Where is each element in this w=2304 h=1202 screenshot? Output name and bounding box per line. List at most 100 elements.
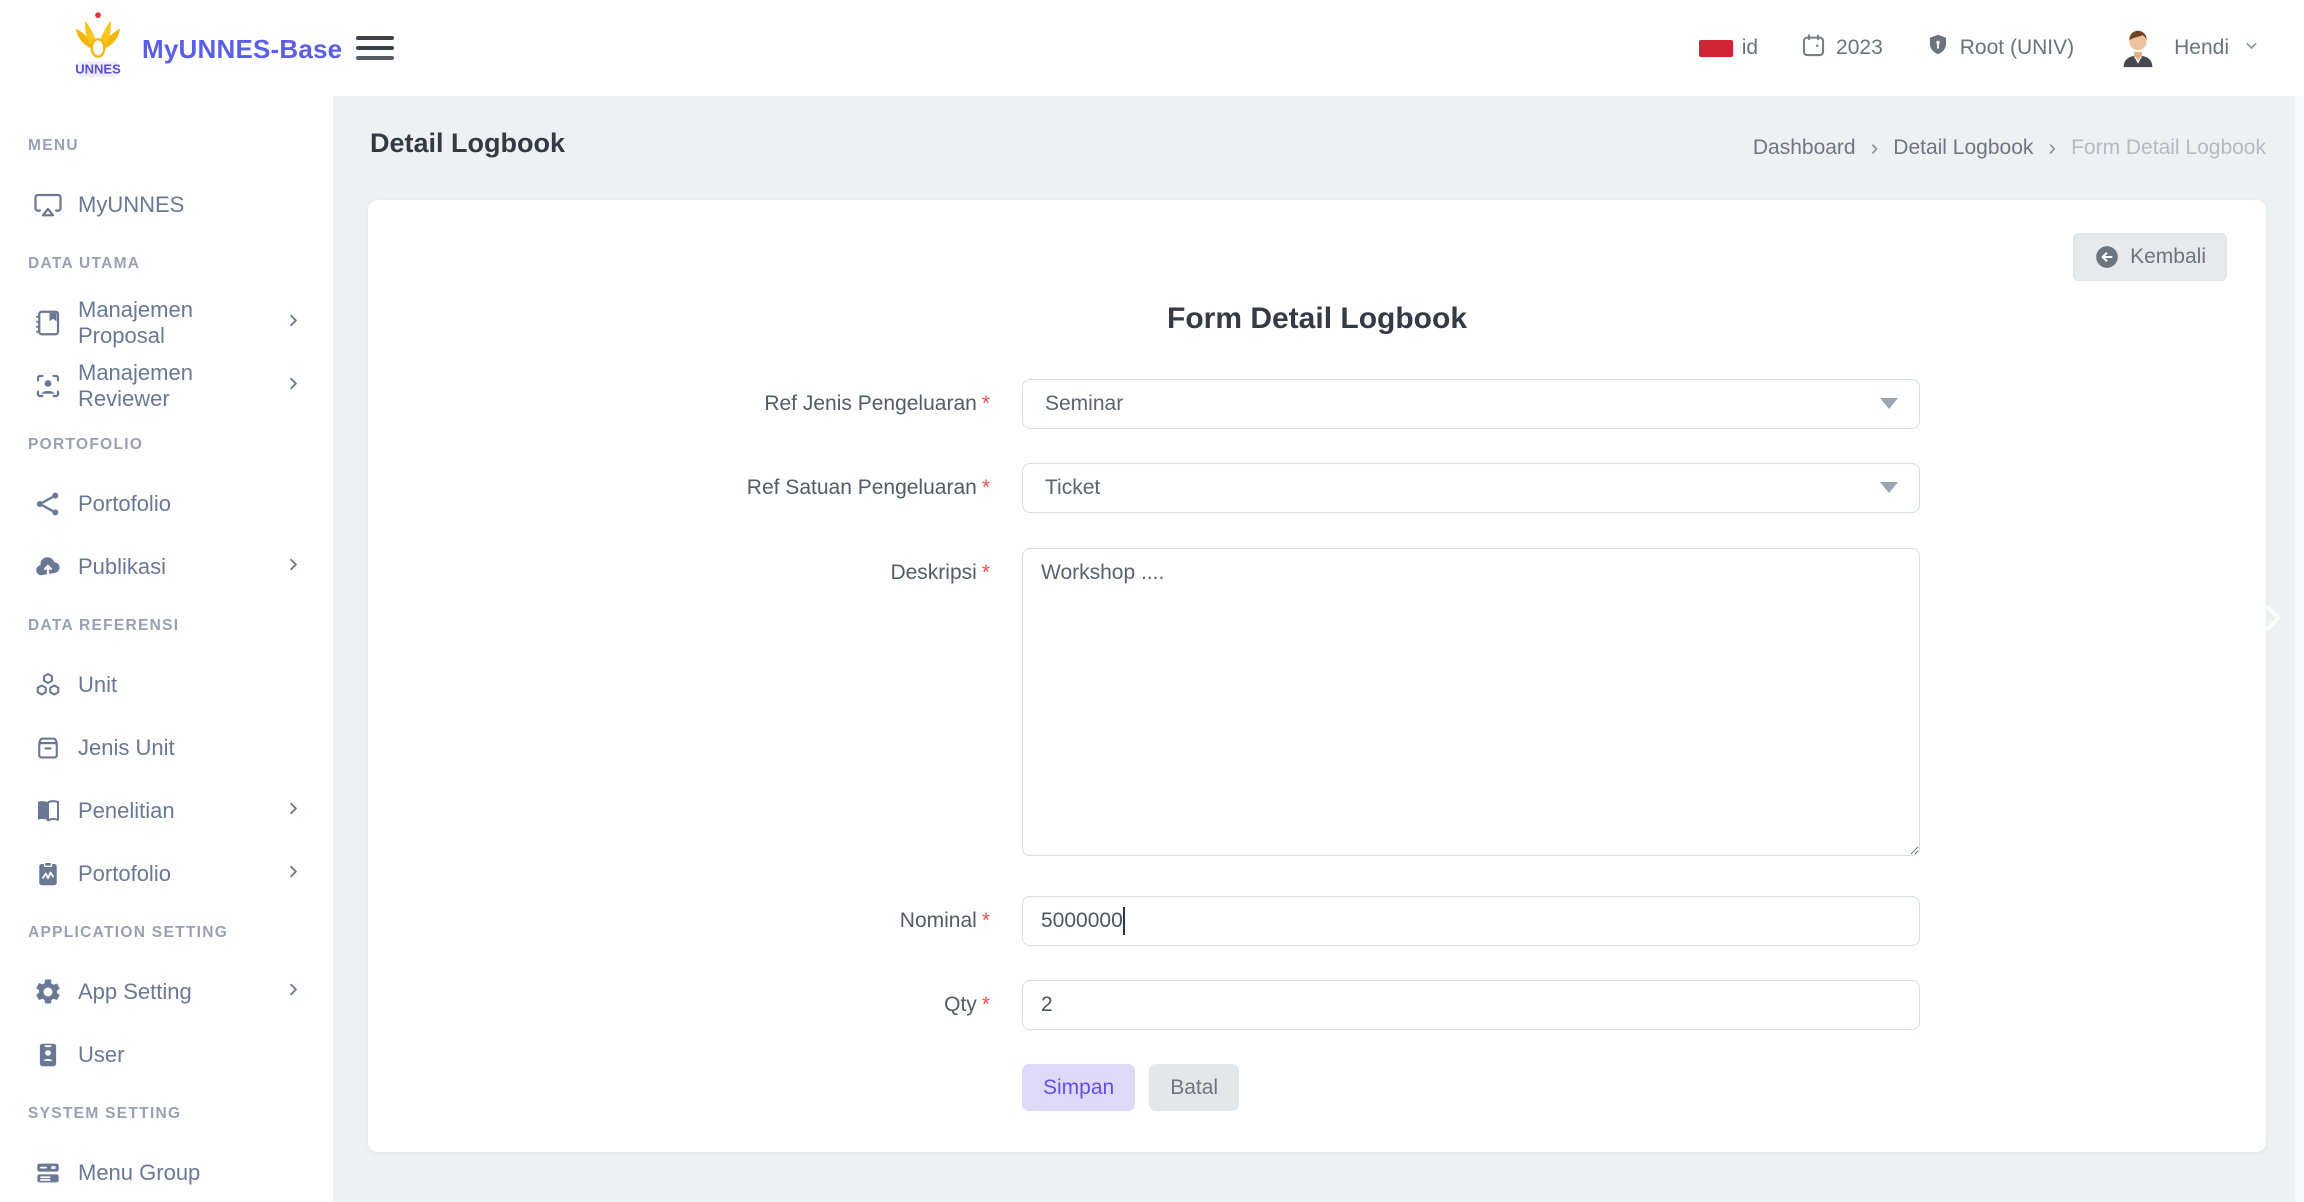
label-text: Ref Jenis Pengeluaran <box>764 392 976 415</box>
sidebar-item-portofolio[interactable]: Portofolio <box>0 472 333 535</box>
sidebar-item-label: Portofolio <box>78 861 269 887</box>
required-marker: * <box>982 993 990 1016</box>
ref-jenis-pengeluaran-select[interactable]: Seminar <box>1022 379 1920 429</box>
sidebar-item-manajemen-reviewer[interactable]: Manajemen Reviewer <box>0 354 333 417</box>
scrollbar-track[interactable] <box>2295 96 2304 1202</box>
back-button[interactable]: Kembali <box>2073 233 2227 281</box>
shield-icon <box>1925 32 1951 64</box>
user-avatar <box>2116 26 2160 70</box>
share-icon <box>33 489 63 519</box>
calendar-icon <box>1800 32 1827 65</box>
page-title: Detail Logbook <box>370 128 565 159</box>
user-menu[interactable]: Hendi <box>2116 26 2260 70</box>
chevron-right-icon <box>284 311 303 335</box>
field-label-ref-jenis: Ref Jenis Pengeluaran* <box>368 392 1022 416</box>
sidebar-item-label: User <box>78 1042 303 1068</box>
year-label: 2023 <box>1836 36 1883 60</box>
sidebar-item-label: Jenis Unit <box>78 735 303 761</box>
nominal-input[interactable] <box>1022 896 1920 946</box>
airplay-icon <box>33 190 63 220</box>
sidebar-section-data-referensi: DATA REFERENSI <box>0 598 333 653</box>
cancel-button[interactable]: Batal <box>1149 1064 1239 1111</box>
sidebar-item-publikasi[interactable]: Publikasi <box>0 535 333 598</box>
open-book-icon <box>33 796 63 826</box>
sidebar-item-label: Penelitian <box>78 798 269 824</box>
year-selector[interactable]: 2023 <box>1800 32 1883 65</box>
indonesia-flag-icon <box>1699 40 1733 57</box>
text-cursor <box>1123 907 1125 935</box>
breadcrumb-separator: › <box>2048 134 2056 161</box>
language-label: id <box>1742 36 1758 60</box>
cloud-upload-icon <box>33 552 63 582</box>
select-caret-icon <box>1880 482 1898 493</box>
chevron-right-icon <box>284 980 303 1004</box>
user-name: Hendi <box>2174 36 2229 60</box>
sidebar-item-manajemen-proposal[interactable]: Manajemen Proposal <box>0 291 333 354</box>
sidebar-item-label: Publikasi <box>78 554 269 580</box>
unnes-logo-text: UNNES <box>75 62 121 77</box>
field-label-deskripsi: Deskripsi * <box>368 548 1022 585</box>
form-card: Kembali Form Detail Logbook Ref Jenis Pe… <box>368 200 2266 1152</box>
label-text: Deskripsi <box>890 561 976 584</box>
deskripsi-textarea[interactable]: Workshop .... <box>1022 548 1920 856</box>
topbar-right-cluster: id 2023 <box>1699 0 2260 96</box>
cubes-icon <box>33 670 63 700</box>
role-label: Root (UNIV) <box>1960 36 2074 60</box>
chevron-right-icon <box>284 374 303 398</box>
sidebar-item-portofolio-2[interactable]: Portofolio <box>0 842 333 905</box>
required-marker: * <box>982 476 990 499</box>
field-control <box>1022 980 1920 1030</box>
sidebar-item-menu-group[interactable]: Menu Group <box>0 1141 333 1202</box>
field-label-ref-satuan: Ref Satuan Pengeluaran* <box>368 476 1022 500</box>
qty-input[interactable] <box>1022 980 1920 1030</box>
field-control: Seminar <box>1022 379 1920 429</box>
field-label-qty: Qty* <box>368 993 1022 1017</box>
app-root: UNNES MyUNNES-Base id 20 <box>0 0 2304 1202</box>
sidebar-item-label: App Setting <box>78 979 269 1005</box>
panel-toggle-chevron-icon[interactable] <box>2256 596 2290 645</box>
form-row-ref-jenis: Ref Jenis Pengeluaran* Seminar <box>368 380 2266 428</box>
sidebar-item-myunnes[interactable]: MyUNNES <box>0 173 333 236</box>
notebook-icon <box>33 308 63 338</box>
ref-satuan-pengeluaran-select[interactable]: Ticket <box>1022 463 1920 513</box>
chevron-down-icon <box>2243 36 2260 60</box>
sidebar-section-system-setting: SYSTEM SETTING <box>0 1086 333 1141</box>
chevron-right-icon <box>284 555 303 579</box>
breadcrumb-detail-logbook[interactable]: Detail Logbook <box>1893 136 2033 160</box>
sidebar-item-label: Menu Group <box>78 1160 303 1186</box>
brand-link[interactable]: UNNES MyUNNES-Base <box>70 8 342 91</box>
required-marker: * <box>982 909 990 932</box>
arrow-left-circle-icon <box>2094 244 2120 270</box>
field-control: Ticket <box>1022 463 1920 513</box>
language-switcher[interactable]: id <box>1699 36 1758 60</box>
sidebar-item-label: Unit <box>78 672 303 698</box>
required-marker: * <box>982 561 990 584</box>
sidebar-item-penelitian[interactable]: Penelitian <box>0 779 333 842</box>
label-text: Nominal <box>900 909 977 932</box>
breadcrumb: Dashboard › Detail Logbook › Form Detail… <box>1753 134 2266 161</box>
form-actions: Simpan Batal <box>1022 1064 1239 1111</box>
sidebar-item-app-setting[interactable]: App Setting <box>0 960 333 1023</box>
form-title: Form Detail Logbook <box>368 302 2266 336</box>
sidebar-toggle-button[interactable] <box>356 31 394 65</box>
sidebar-item-label: Portofolio <box>78 491 303 517</box>
id-badge-icon <box>33 1040 63 1070</box>
sidebar-section-menu: MENU <box>0 118 333 173</box>
sidebar-item-label: Manajemen Proposal <box>78 297 269 349</box>
sidebar-item-jenis-unit[interactable]: Jenis Unit <box>0 716 333 779</box>
sidebar-item-user[interactable]: User <box>0 1023 333 1086</box>
breadcrumb-separator: › <box>1871 134 1879 161</box>
breadcrumb-current: Form Detail Logbook <box>2071 136 2266 160</box>
breadcrumb-dashboard[interactable]: Dashboard <box>1753 136 1856 160</box>
label-text: Ref Satuan Pengeluaran <box>747 476 977 499</box>
label-text: Qty <box>944 993 977 1016</box>
form-row-ref-satuan: Ref Satuan Pengeluaran* Ticket <box>368 464 2266 512</box>
field-label-nominal: Nominal* <box>368 909 1022 933</box>
sidebar-item-unit[interactable]: Unit <box>0 653 333 716</box>
select-value: Ticket <box>1045 476 1100 500</box>
form-row-deskripsi: Deskripsi * Workshop .... <box>368 548 2266 856</box>
user-frame-icon <box>33 371 63 401</box>
sidebar-item-label: MyUNNES <box>78 192 303 218</box>
role-selector[interactable]: Root (UNIV) <box>1925 32 2074 64</box>
save-button[interactable]: Simpan <box>1022 1064 1135 1111</box>
